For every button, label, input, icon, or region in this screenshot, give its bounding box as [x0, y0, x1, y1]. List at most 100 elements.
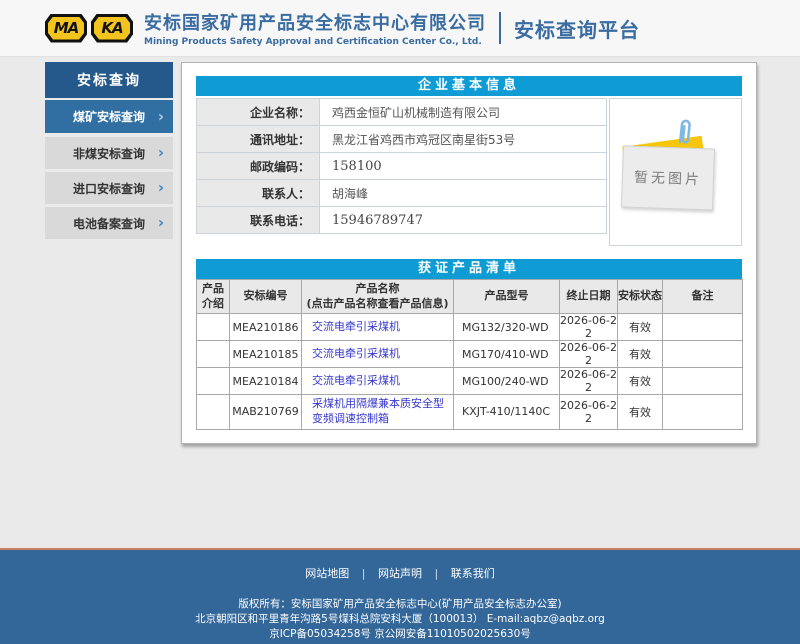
- col-status: 安标状态: [618, 280, 663, 314]
- footer-link-contact[interactable]: 联系我们: [451, 567, 495, 580]
- chevron-right-icon: ›: [158, 143, 164, 161]
- info-label: 联系人：: [197, 180, 320, 207]
- copyright-line: 版权所有：安标国家矿用产品安全标志中心(矿用产品安全标志办公室): [0, 597, 800, 612]
- cell-expiry: 2026-06-22: [560, 368, 618, 395]
- company-name-value: 鸡西金恒矿山机械制造有限公司: [320, 99, 607, 126]
- table-row: 通讯地址： 黑龙江省鸡西市鸡冠区南星街53号: [197, 126, 607, 153]
- sidebar-item-coal-query[interactable]: 煤矿安标查询 ›: [45, 100, 173, 133]
- table-row: 联系电话： 15946789747: [197, 207, 607, 234]
- cell-status: 有效: [618, 341, 663, 368]
- cell-product-name: 交流电牵引采煤机: [302, 341, 454, 368]
- cell-model: MG100/240-WD: [454, 368, 560, 395]
- cell-model: MG170/410-WD: [454, 341, 560, 368]
- company-info-section-title: 企业基本信息: [196, 76, 742, 96]
- cell-status: 有效: [618, 368, 663, 395]
- cell-cert-no: MEA210185: [230, 341, 302, 368]
- col-note: 备注: [663, 280, 743, 314]
- chevron-right-icon: ›: [158, 107, 164, 125]
- cell-cert-no: MEA210186: [230, 314, 302, 341]
- cell-intro: [197, 314, 230, 341]
- cell-note: [663, 314, 743, 341]
- cell-note: [663, 395, 743, 430]
- chevron-right-icon: ›: [158, 178, 164, 196]
- cell-expiry: 2026-06-22: [560, 314, 618, 341]
- cell-status: 有效: [618, 314, 663, 341]
- product-name-link[interactable]: 交流电牵引采煤机: [312, 320, 400, 333]
- sidebar-item-label: 进口安标查询: [73, 180, 145, 197]
- org-name-en: Mining Products Safety Approval and Cert…: [144, 37, 486, 47]
- table-row: MEA210185 交流电牵引采煤机 MG170/410-WD 2026-06-…: [197, 341, 743, 368]
- cell-intro: [197, 395, 230, 430]
- platform-title: 安标查询平台: [514, 14, 640, 43]
- postcode-value: 158100: [320, 153, 607, 180]
- cell-model: KXJT-410/1140C: [454, 395, 560, 430]
- sidebar-item-label: 电池备案查询: [73, 215, 145, 232]
- icp-line: 京ICP备05034258号 京公网安备11010502025630号: [0, 627, 800, 642]
- table-row: MAB210769 采煤机用隔爆兼本质安全型变频调速控制箱 KXJT-410/1…: [197, 395, 743, 430]
- page-header: MA KA 安标国家矿用产品安全标志中心有限公司 Mining Products…: [0, 0, 800, 57]
- cell-note: [663, 341, 743, 368]
- footer-link-sitemap[interactable]: 网站地图: [305, 567, 349, 580]
- main-content-panel: 企业基本信息 企业名称： 鸡西金恒矿山机械制造有限公司 通讯地址： 黑龙江省鸡西…: [181, 62, 757, 444]
- col-product-intro: 产品介绍: [197, 280, 230, 314]
- product-list-section-title: 获证产品清单: [196, 259, 742, 279]
- product-name-link[interactable]: 交流电牵引采煤机: [312, 374, 400, 387]
- info-label: 联系电话：: [197, 207, 320, 234]
- sidebar-item-battery-query[interactable]: 电池备案查询 ›: [45, 207, 173, 239]
- col-model: 产品型号: [454, 280, 560, 314]
- product-name-link[interactable]: 交流电牵引采煤机: [312, 347, 400, 360]
- org-name-block: 安标国家矿用产品安全标志中心有限公司 Mining Products Safet…: [144, 9, 486, 47]
- table-row: 邮政编码： 158100: [197, 153, 607, 180]
- sidebar-item-label: 非煤安标查询: [73, 145, 145, 162]
- cell-cert-no: MAB210769: [230, 395, 302, 430]
- page-footer: 网站地图 | 网站声明 | 联系我们 版权所有：安标国家矿用产品安全标志中心(矿…: [0, 548, 800, 644]
- company-photo-panel: 暂无图片: [609, 98, 742, 246]
- sidebar-title: 安标查询: [45, 62, 173, 98]
- no-image-placeholder: 暂无图片: [621, 145, 715, 210]
- table-row: 联系人： 胡海峰: [197, 180, 607, 207]
- company-info-section: 企业名称： 鸡西金恒矿山机械制造有限公司 通讯地址： 黑龙江省鸡西市鸡冠区南星街…: [196, 98, 742, 246]
- cell-intro: [197, 341, 230, 368]
- col-expiry: 终止日期: [560, 280, 618, 314]
- col-cert-no: 安标编号: [230, 280, 302, 314]
- cell-expiry: 2026-06-22: [560, 395, 618, 430]
- product-name-hint: (点击产品名称查看产品信息): [302, 297, 453, 311]
- sidebar-nav: 安标查询 煤矿安标查询 › 非煤安标查询 › 进口安标查询 › 电池备案查询 ›: [45, 62, 173, 242]
- contact-person-value: 胡海峰: [320, 180, 607, 207]
- sidebar-item-noncoal-query[interactable]: 非煤安标查询 ›: [45, 137, 173, 169]
- logo-badge-ma: MA: [45, 14, 87, 43]
- address-value: 黑龙江省鸡西市鸡冠区南星街53号: [320, 126, 607, 153]
- table-row: MEA210184 交流电牵引采煤机 MG100/240-WD 2026-06-…: [197, 368, 743, 395]
- info-label: 通讯地址：: [197, 126, 320, 153]
- cell-product-name: 交流电牵引采煤机: [302, 368, 454, 395]
- cell-note: [663, 368, 743, 395]
- chevron-right-icon: ›: [158, 213, 164, 231]
- header-divider: [499, 12, 501, 44]
- sidebar-item-import-query[interactable]: 进口安标查询 ›: [45, 172, 173, 204]
- company-info-table: 企业名称： 鸡西金恒矿山机械制造有限公司 通讯地址： 黑龙江省鸡西市鸡冠区南星街…: [196, 98, 607, 234]
- cell-intro: [197, 368, 230, 395]
- footer-copyright-block: 版权所有：安标国家矿用产品安全标志中心(矿用产品安全标志办公室) 北京朝阳区和平…: [0, 597, 800, 642]
- paperclip-icon: [674, 116, 694, 150]
- product-list-table: 产品介绍 安标编号 产品名称 (点击产品名称查看产品信息) 产品型号 终止日期 …: [196, 279, 743, 430]
- maka-logo[interactable]: MA KA: [45, 14, 133, 43]
- footer-link-separator: |: [362, 567, 366, 580]
- cell-cert-no: MEA210184: [230, 368, 302, 395]
- footer-link-separator: |: [435, 567, 439, 580]
- footer-links: 网站地图 | 网站声明 | 联系我们: [0, 550, 800, 581]
- cell-product-name: 交流电牵引采煤机: [302, 314, 454, 341]
- info-label: 企业名称：: [197, 99, 320, 126]
- cell-model: MG132/320-WD: [454, 314, 560, 341]
- table-row: 企业名称： 鸡西金恒矿山机械制造有限公司: [197, 99, 607, 126]
- cell-expiry: 2026-06-22: [560, 341, 618, 368]
- footer-link-statement[interactable]: 网站声明: [378, 567, 422, 580]
- cell-status: 有效: [618, 395, 663, 430]
- info-label: 邮政编码：: [197, 153, 320, 180]
- col-product-name: 产品名称 (点击产品名称查看产品信息): [302, 280, 454, 314]
- sidebar-item-label: 煤矿安标查询: [73, 108, 145, 125]
- table-header-row: 产品介绍 安标编号 产品名称 (点击产品名称查看产品信息) 产品型号 终止日期 …: [197, 280, 743, 314]
- product-name-link[interactable]: 采煤机用隔爆兼本质安全型变频调速控制箱: [312, 397, 444, 425]
- org-name-cn: 安标国家矿用产品安全标志中心有限公司: [144, 9, 486, 35]
- cell-product-name: 采煤机用隔爆兼本质安全型变频调速控制箱: [302, 395, 454, 430]
- address-line: 北京朝阳区和平里青年沟路5号煤科总院安科大厦（100013） E-mail:aq…: [0, 612, 800, 627]
